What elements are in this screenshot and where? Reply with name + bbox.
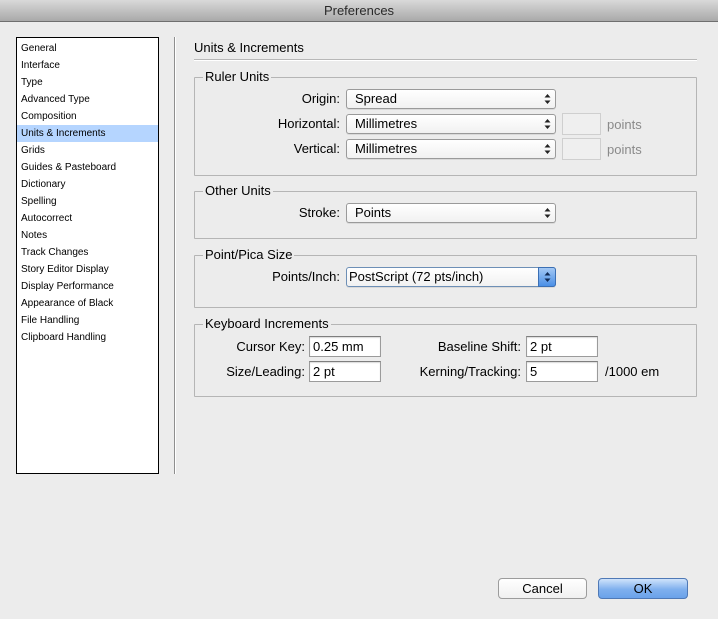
baseline-shift-label: Baseline Shift: [437,339,521,354]
cursor-key-label: Cursor Key: [236,339,305,354]
kerning-tracking-label: Kerning/Tracking: [419,364,521,379]
vertical-points-input [562,138,601,160]
cursor-key-input[interactable]: 0.25 mm [309,336,381,357]
baseline-shift-input[interactable]: 2 pt [526,336,598,357]
vertical-unit-label: points [607,142,642,157]
select-arrows-icon [544,119,551,129]
stroke-select[interactable]: Points [346,203,556,223]
vertical-label: Vertical: [293,141,340,156]
sidebar-item-file-handling[interactable]: File Handling [17,312,158,329]
points-inch-stepper[interactable] [538,267,556,287]
sidebar-divider [174,37,176,474]
horizontal-select-value: Millimetres [355,116,418,131]
ruler-units-legend: Ruler Units [203,69,272,85]
sidebar-item-general[interactable]: General [17,40,158,57]
origin-label: Origin: [301,91,340,106]
select-arrows-icon [544,94,551,104]
select-arrows-icon [544,208,551,218]
other-units-group: Other Units Stroke: Points [194,183,697,239]
sidebar-item-guides-and-pasteboard[interactable]: Guides & Pasteboard [17,159,158,176]
horizontal-points-input [562,113,601,135]
sidebar-item-autocorrect[interactable]: Autocorrect [17,210,158,227]
sidebar-item-composition[interactable]: Composition [17,108,158,125]
preferences-sidebar: General Interface Type Advanced Type Composi… [16,37,159,474]
sidebar-item-advanced-type[interactable]: Advanced Type [17,91,158,108]
stroke-select-value: Points [355,205,392,220]
select-arrows-icon [544,144,551,154]
sidebar-item-units-and-increments[interactable]: Units & Increments [17,125,158,142]
stroke-label: Stroke: [298,205,340,220]
sidebar-item-display-performance[interactable]: Display Performance [17,278,158,295]
cancel-button[interactable]: Cancel [498,578,587,599]
size-leading-input[interactable]: 2 pt [309,361,381,382]
window-title: Preferences [323,3,395,18]
sidebar-item-notes[interactable]: Notes [17,227,158,244]
sidebar-item-appearance-of-black[interactable]: Appearance of Black [17,295,158,312]
sidebar-item-grids[interactable]: Grids [17,142,158,159]
ruler-units-group: Ruler Units Origin: Spread Horizontal: M… [194,69,697,176]
sidebar-item-type[interactable]: Type [17,74,158,91]
vertical-select-value: Millimetres [355,141,418,156]
sidebar-list: General Interface Type Advanced Type Composi… [17,38,158,346]
window-title-bar: Preferences [0,0,718,22]
points-inch-select-value: PostScript (72 pts/inch) [349,269,484,284]
page-title: Units & Increments [194,40,304,55]
horizontal-unit-label: points [607,117,642,132]
sidebar-item-track-changes[interactable]: Track Changes [17,244,158,261]
kerning-tracking-input[interactable]: 5 [526,361,598,382]
horizontal-select[interactable]: Millimetres [346,114,556,134]
sidebar-item-spelling[interactable]: Spelling [17,193,158,210]
select-arrows-icon [544,272,551,282]
keyboard-increments-legend: Keyboard Increments [203,316,331,332]
sidebar-item-story-editor-display[interactable]: Story Editor Display [17,261,158,278]
size-leading-label: Size/Leading: [226,364,305,379]
horizontal-label: Horizontal: [277,116,340,131]
keyboard-increments-group: Keyboard Increments Cursor Key: 0.25 mm … [194,316,697,397]
page-title-divider [194,59,697,61]
sidebar-item-dictionary[interactable]: Dictionary [17,176,158,193]
kerning-tracking-suffix: /1000 em [605,364,660,379]
point-pica-size-legend: Point/Pica Size [203,247,295,263]
point-pica-size-group: Point/Pica Size Points/Inch: PostScript … [194,247,697,308]
sidebar-item-interface[interactable]: Interface [17,57,158,74]
other-units-legend: Other Units [203,183,273,199]
vertical-select[interactable]: Millimetres [346,139,556,159]
ok-button[interactable]: OK [598,578,688,599]
points-inch-label: Points/Inch: [272,269,340,284]
sidebar-item-clipboard-handling[interactable]: Clipboard Handling [17,329,158,346]
origin-select[interactable]: Spread [346,89,556,109]
points-inch-select[interactable]: PostScript (72 pts/inch) [346,267,556,287]
origin-select-value: Spread [355,91,397,106]
